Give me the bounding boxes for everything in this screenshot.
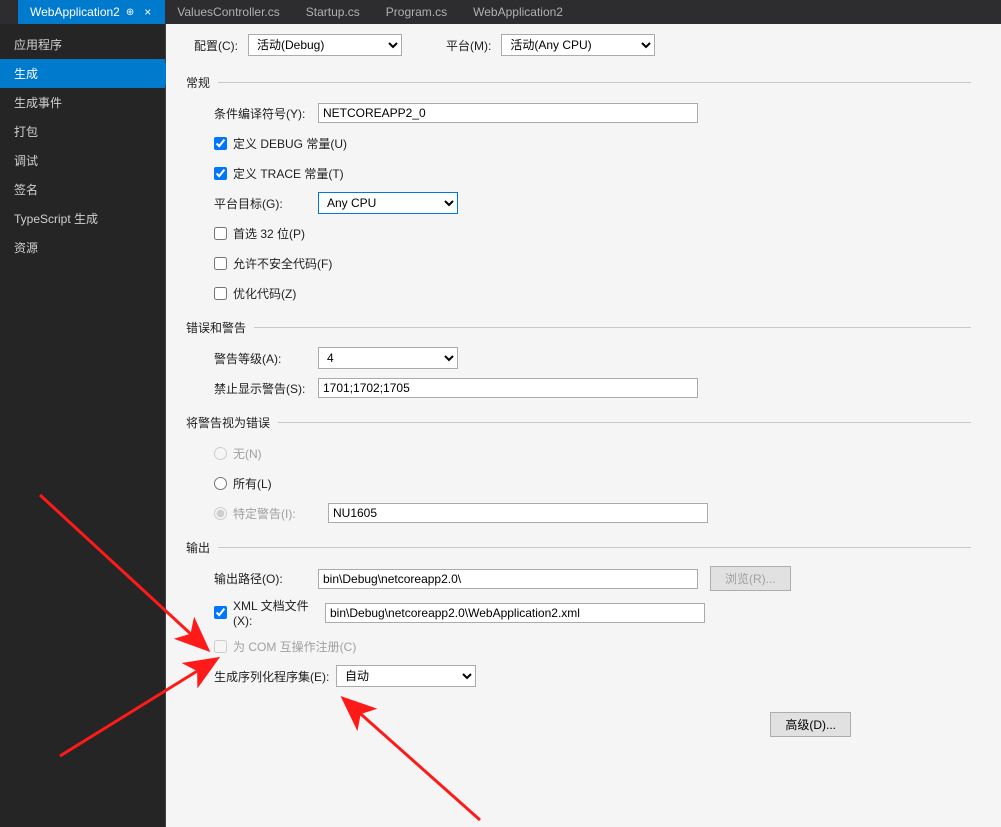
sidebar-item-signing[interactable]: 签名 xyxy=(0,175,165,204)
section-treat-warnings: 将警告视为错误 xyxy=(186,414,971,431)
tab-startup[interactable]: Startup.cs xyxy=(294,0,374,24)
sidebar-item-resources[interactable]: 资源 xyxy=(0,233,165,262)
prefer-32bit-label: 首选 32 位(P) xyxy=(233,225,305,242)
warning-level-label: 警告等级(A): xyxy=(214,350,318,367)
platform-select[interactable]: 活动(Any CPU) xyxy=(501,34,655,56)
sidebar-item-typescript[interactable]: TypeScript 生成 xyxy=(0,204,165,233)
xml-doc-input[interactable] xyxy=(325,603,705,623)
document-tabstrip: WebApplication2 ⊕ × ValuesController.cs … xyxy=(0,0,1001,24)
sidebar-item-application[interactable]: 应用程序 xyxy=(0,30,165,59)
treat-all-label: 所有(L) xyxy=(233,475,272,492)
tab-valuescontroller[interactable]: ValuesController.cs xyxy=(165,0,294,24)
com-register-checkbox xyxy=(214,640,227,653)
suppress-warnings-label: 禁止显示警告(S): xyxy=(214,380,318,397)
platform-target-label: 平台目标(G): xyxy=(214,195,318,212)
allow-unsafe-checkbox[interactable] xyxy=(214,257,227,270)
advanced-button[interactable]: 高级(D)... xyxy=(770,712,851,737)
tab-program[interactable]: Program.cs xyxy=(374,0,461,24)
output-path-label: 输出路径(O): xyxy=(214,570,318,587)
define-debug-checkbox[interactable] xyxy=(214,137,227,150)
platform-target-select[interactable]: Any CPU xyxy=(318,192,458,214)
tab-webapplication2[interactable]: WebApplication2 xyxy=(461,0,577,24)
browse-button: 浏览(R)... xyxy=(710,566,791,591)
tab-label: ValuesController.cs xyxy=(177,5,280,19)
treat-all-radio[interactable] xyxy=(214,477,227,490)
conditional-symbols-label: 条件编译符号(Y): xyxy=(214,105,318,122)
configuration-select[interactable]: 活动(Debug) xyxy=(248,34,402,56)
treat-specific-input[interactable] xyxy=(328,503,708,523)
treat-specific-label: 特定警告(I): xyxy=(233,505,322,522)
conditional-symbols-input[interactable] xyxy=(318,103,698,123)
section-output: 输出 xyxy=(186,539,971,556)
tab-label: WebApplication2 xyxy=(473,5,563,19)
serialization-select[interactable]: 自动 xyxy=(336,665,476,687)
close-icon[interactable]: × xyxy=(144,5,151,19)
properties-sidebar: 应用程序 生成 生成事件 打包 调试 签名 TypeScript 生成 资源 xyxy=(0,24,166,827)
section-general: 常规 xyxy=(186,74,971,91)
prefer-32bit-checkbox[interactable] xyxy=(214,227,227,240)
treat-none-label: 无(N) xyxy=(233,445,262,462)
define-debug-label: 定义 DEBUG 常量(U) xyxy=(233,135,347,152)
configuration-label: 配置(C): xyxy=(194,37,238,54)
com-register-label: 为 COM 互操作注册(C) xyxy=(233,638,356,655)
platform-label: 平台(M): xyxy=(446,37,491,54)
allow-unsafe-label: 允许不安全代码(F) xyxy=(233,255,332,272)
define-trace-label: 定义 TRACE 常量(T) xyxy=(233,165,344,182)
build-properties-panel: 配置(C): 活动(Debug) 平台(M): 活动(Any CPU) 常规 条… xyxy=(166,24,1001,827)
sidebar-item-build[interactable]: 生成 xyxy=(0,59,165,88)
xml-doc-label: XML 文档文件(X): xyxy=(233,597,319,628)
section-errors-warnings: 错误和警告 xyxy=(186,319,971,336)
tab-label: Program.cs xyxy=(386,5,447,19)
sidebar-item-debug[interactable]: 调试 xyxy=(0,146,165,175)
serialization-label: 生成序列化程序集(E): xyxy=(214,668,336,685)
output-path-input[interactable] xyxy=(318,569,698,589)
define-trace-checkbox[interactable] xyxy=(214,167,227,180)
optimize-code-checkbox[interactable] xyxy=(214,287,227,300)
treat-specific-radio xyxy=(214,507,227,520)
sidebar-item-package[interactable]: 打包 xyxy=(0,117,165,146)
tab-label: Startup.cs xyxy=(306,5,360,19)
config-platform-bar: 配置(C): 活动(Debug) 平台(M): 活动(Any CPU) xyxy=(194,34,971,56)
pin-icon[interactable]: ⊕ xyxy=(126,7,134,18)
sidebar-item-build-events[interactable]: 生成事件 xyxy=(0,88,165,117)
treat-none-radio xyxy=(214,447,227,460)
suppress-warnings-input[interactable] xyxy=(318,378,698,398)
xml-doc-checkbox[interactable] xyxy=(214,606,227,619)
tab-webapplication2-props[interactable]: WebApplication2 ⊕ × xyxy=(18,0,165,24)
optimize-code-label: 优化代码(Z) xyxy=(233,285,296,302)
warning-level-select[interactable]: 4 xyxy=(318,347,458,369)
tab-label: WebApplication2 xyxy=(30,5,120,19)
